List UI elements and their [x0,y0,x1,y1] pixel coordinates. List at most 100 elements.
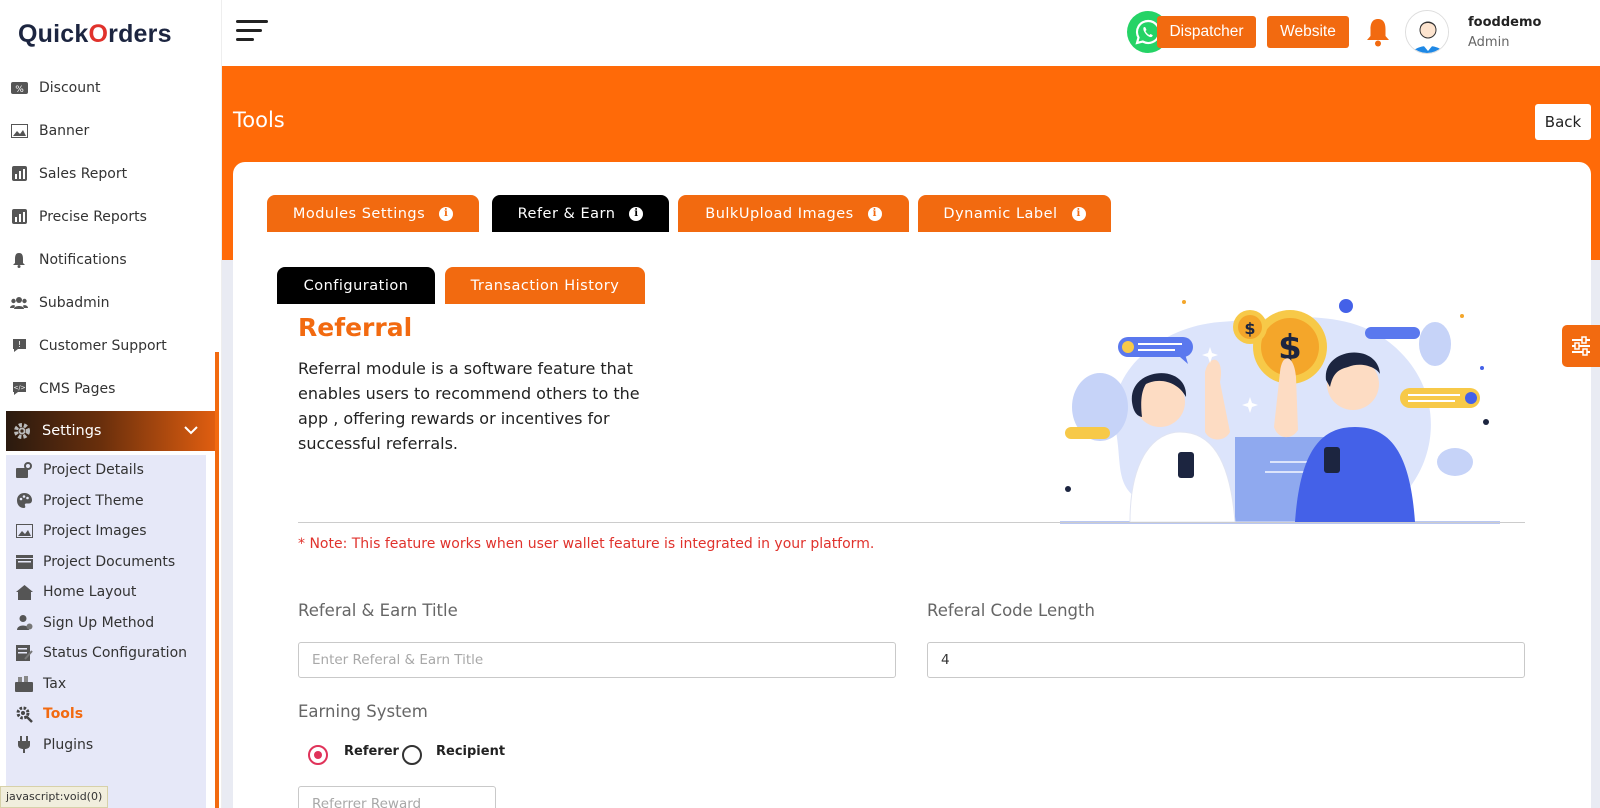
palette-icon [15,492,33,510]
referrer-reward-input[interactable]: Referrer Reward [298,786,496,808]
sidebar-item-tax[interactable]: Tax [6,669,206,700]
section-divider [298,522,1525,523]
cms-icon: </> [10,380,28,398]
sidebar-item-label: Project Theme [43,492,144,509]
tab-bulkupload-images[interactable]: BulkUpload Images i [678,195,909,232]
tab-modules-settings[interactable]: Modules Settings i [267,195,479,232]
tab-label: Modules Settings [292,205,426,222]
referer-radio[interactable] [308,745,328,765]
sidebar-item-label: CMS Pages [39,380,116,397]
svg-text:%: % [15,85,24,95]
discount-icon: % [10,79,28,97]
tab-label: Refer & Earn [517,205,616,222]
subtab-transaction-history[interactable]: Transaction History [445,267,645,304]
bell-icon [10,251,28,269]
tax-icon [15,675,33,693]
sidebar-item-project-documents[interactable]: Project Documents [6,547,206,578]
referral-description: Referral module is a software feature th… [298,359,640,453]
sidebar-item-settings[interactable]: Settings [6,411,218,451]
sidebar-item-label: Plugins [43,736,94,753]
sidebar-item-label: Banner [39,122,90,139]
wallet-note: * Note: This feature works when user wal… [298,536,875,552]
settings-sliders-icon[interactable] [1562,325,1600,367]
sidebar-item-label: Project Images [43,523,147,540]
image-icon [15,522,33,540]
sidebar-item-label: Settings [42,423,102,439]
support-icon: ! [10,337,28,355]
sidebar-item-sign-up-method[interactable]: Sign Up Method [6,608,206,639]
status-bar-url: javascript:void(0) [0,786,109,808]
referral-title: Referral [298,313,413,342]
sidebar-item-subadmin[interactable]: Subadmin [0,281,221,324]
image-icon [10,122,28,140]
info-icon[interactable]: i [629,206,644,221]
sidebar-item-discount[interactable]: % Discount [0,66,221,109]
sidebar-item-label: Status Configuration [43,645,188,662]
website-button[interactable]: Website [1267,16,1349,48]
sidebar-item-precise-reports[interactable]: Precise Reports [0,195,221,238]
dispatcher-button[interactable]: Dispatcher [1157,16,1256,48]
sidebar-item-customer-support[interactable]: ! Customer Support [0,324,221,367]
sidebar-item-cms-pages[interactable]: </> CMS Pages [0,367,221,410]
referral-illustration: $ $ [1060,299,1500,524]
sidebar-item-project-theme[interactable]: Project Theme [6,486,206,517]
tab-label: BulkUpload Images [705,205,854,222]
tab-refer-earn[interactable]: Refer & Earn i [492,195,669,232]
sidebar-item-plugins[interactable]: Plugins [6,730,206,761]
sidebar-item-label: Subadmin [39,294,110,311]
top-header: Dispatcher Website fooddemo Admin [222,0,1600,66]
sidebar-item-label: Precise Reports [39,208,147,225]
sidebar-item-label: Project Details [43,462,144,479]
sidebar-item-sales-report[interactable]: Sales Report [0,152,221,195]
sidebar-item-tools[interactable]: Tools [6,699,206,730]
info-icon[interactable]: i [1071,206,1086,221]
sidebar-item-label: Tax [43,675,67,692]
sidebar-item-home-layout[interactable]: Home Layout [6,577,206,608]
sidebar-item-label: Customer Support [39,337,167,354]
referal-title-input[interactable]: Enter Referal & Earn Title [298,642,896,678]
status-icon [15,644,33,662]
svg-text:!: ! [17,340,20,349]
recipient-radio-label: Recipient [436,744,506,759]
sidebar-item-banner[interactable]: Banner [0,109,221,152]
home-icon [15,583,33,601]
sidebar-item-notifications[interactable]: Notifications [0,238,221,281]
signup-icon [15,614,33,632]
report-icon [10,208,28,226]
tab-dynamic-label[interactable]: Dynamic Label i [918,195,1111,232]
subtab-configuration[interactable]: Configuration [277,267,435,304]
sidebar-item-label: Sales Report [39,165,128,182]
code-length-label: Referal Code Length [927,601,1095,620]
sidebar-item-label: Discount [39,79,101,96]
logo[interactable]: QuickOrders [18,14,188,54]
info-icon[interactable]: i [867,206,882,221]
avatar[interactable] [1405,10,1449,54]
svg-text:</>: </> [13,385,25,392]
page-title: Tools [233,108,285,132]
title-field-label: Referal & Earn Title [298,601,458,620]
plug-icon [15,736,33,754]
user-role: Admin [1468,35,1510,50]
recipient-radio[interactable] [402,745,422,765]
referer-radio-label: Referer [344,744,399,759]
project-details-icon [15,461,33,479]
sidebar: QuickOrders % Discount Banner Sales Repo… [0,0,222,808]
logo-text: QuickOrders [18,19,172,48]
users-icon [10,294,28,312]
sidebar-item-label: Project Documents [43,553,176,570]
sidebar-item-label: Home Layout [43,584,137,601]
settings-submenu: Project Details Project Theme Project Im… [6,455,206,808]
user-name: fooddemo [1468,15,1542,30]
sidebar-item-project-images[interactable]: Project Images [6,516,206,547]
chevron-down-icon [184,423,198,439]
back-button[interactable]: Back [1535,104,1591,140]
sidebar-item-project-details[interactable]: Project Details [6,455,206,486]
menu-toggle-icon[interactable] [236,20,268,46]
code-length-input[interactable]: 4 [927,642,1525,678]
bell-icon[interactable] [1364,17,1392,47]
tab-label: Dynamic Label [943,205,1058,222]
sidebar-scrollbar[interactable] [215,352,219,808]
earning-system-label: Earning System [298,702,428,721]
info-icon[interactable]: i [439,206,454,221]
sidebar-item-status-configuration[interactable]: Status Configuration [6,638,206,669]
